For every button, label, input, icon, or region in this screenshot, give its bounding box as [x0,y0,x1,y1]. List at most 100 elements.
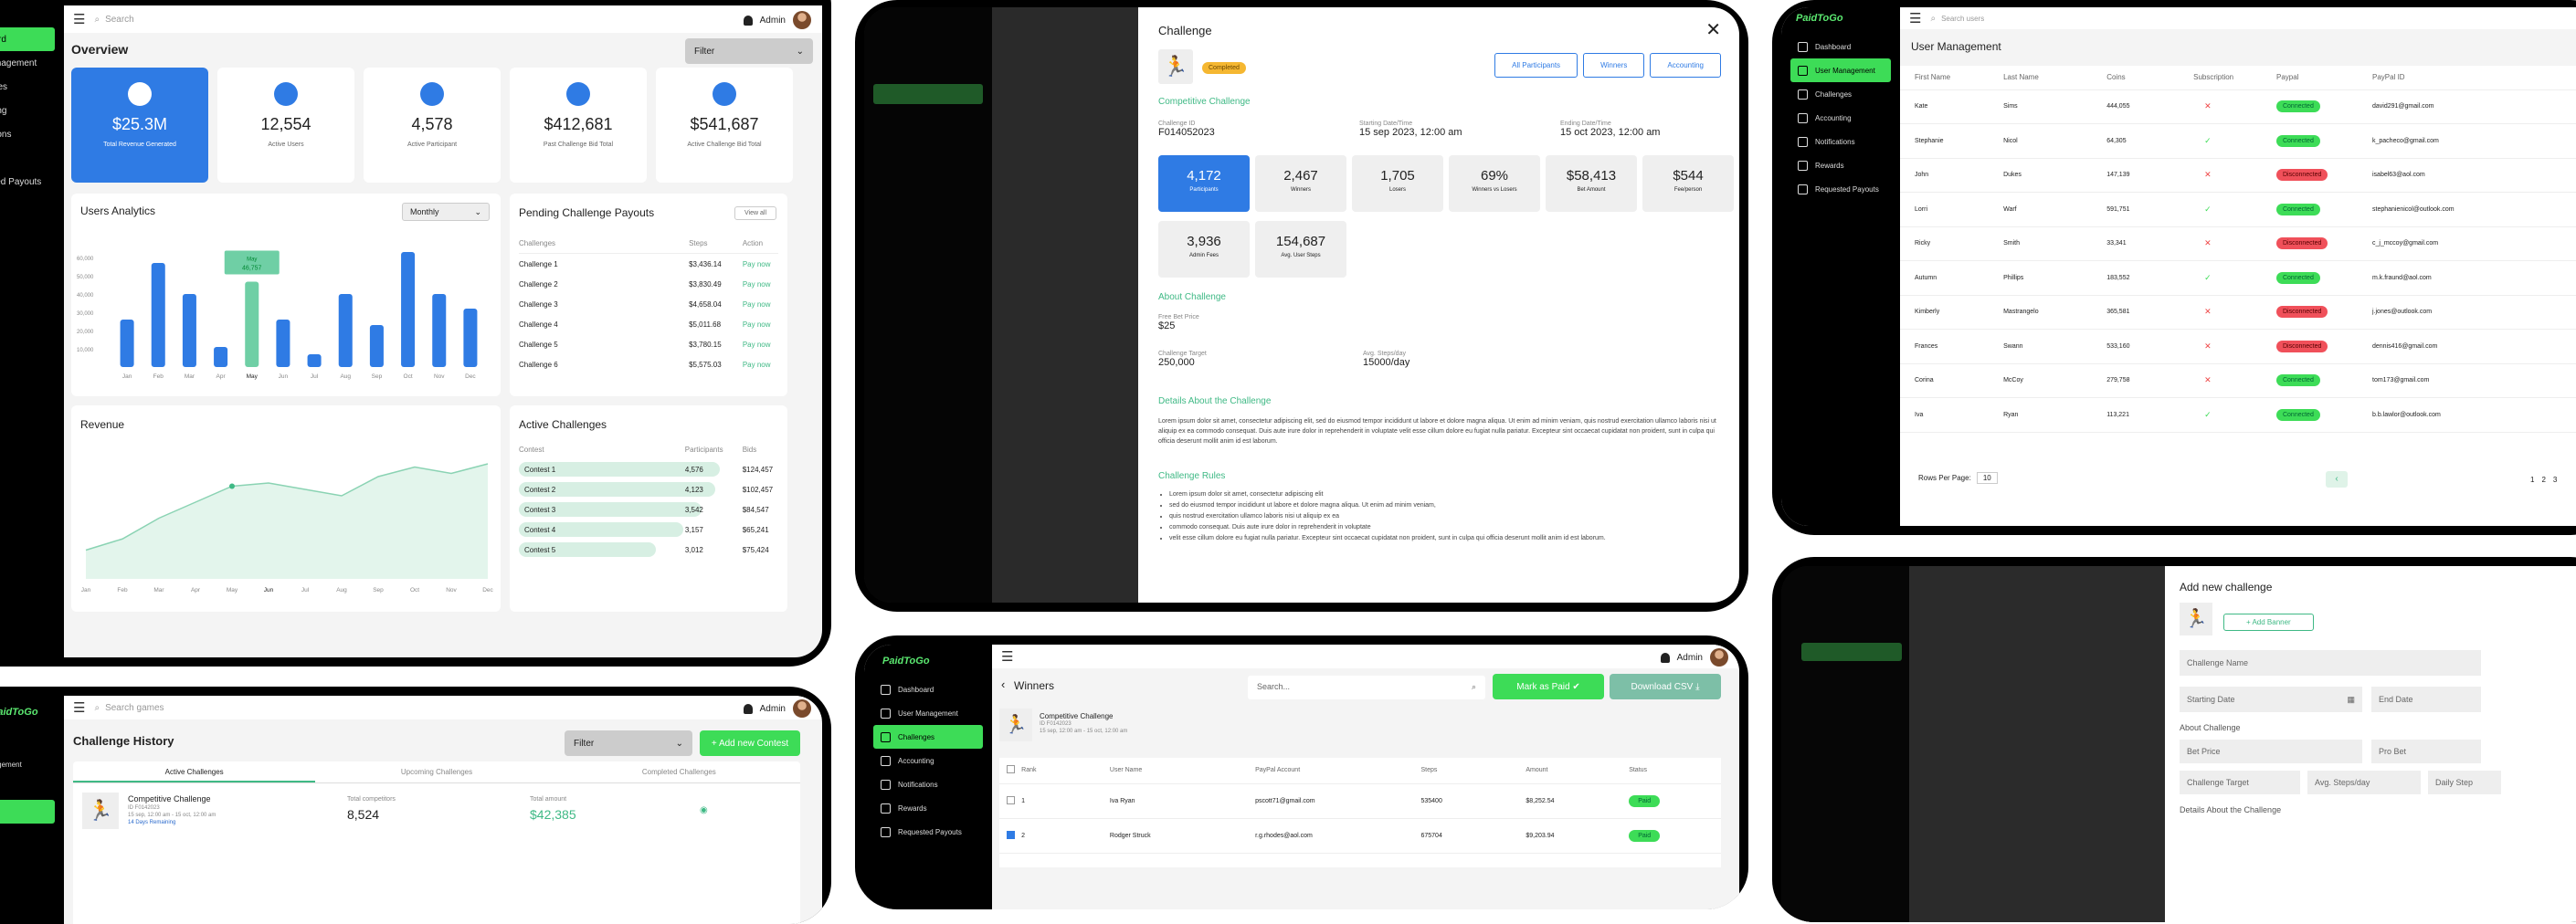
download-csv-button[interactable]: Download CSV ⤓ [1610,674,1721,699]
bar[interactable] [151,263,165,367]
sidebar-item[interactable]: Rewards [873,796,983,820]
select-all-checkbox[interactable] [1006,765,1015,774]
row-checkbox[interactable] [1006,830,1015,839]
tab[interactable]: Upcoming Challenges [315,761,557,782]
avatar[interactable] [1710,648,1728,667]
pay-now-link[interactable]: Pay now [743,320,778,329]
sidebar-item-dashboard[interactable]: Dashboard [0,27,55,51]
sidebar-item-payouts[interactable]: Requested Payouts [0,170,55,194]
end-date-input[interactable]: End Date [2371,687,2481,712]
sidebar-item[interactable]: Notifications [1790,130,1891,153]
bell-icon[interactable] [743,15,753,26]
sidebar-item-user-management[interactable]: User Management [0,51,55,75]
avg-steps-input[interactable]: Avg. Steps/day [2307,771,2421,794]
table-row[interactable]: Kimberly Mastrangelo 365,581 ✕ Disconnected j… [1900,295,2576,330]
search-box[interactable]: Search... ⌕ [1248,676,1485,699]
calendar-icon[interactable]: ▦ [2347,695,2355,705]
pay-now-link[interactable]: Pay now [743,341,778,349]
sidebar-item[interactable]: Dashboard [873,677,983,701]
eye-icon[interactable]: ◉ [700,805,708,815]
sidebar-item[interactable]: Dashboard [1790,35,1891,58]
bar[interactable] [463,309,478,367]
winners-button[interactable]: Winners [1583,53,1645,78]
table-row[interactable]: Kate Sims 444,055 ✕ Connected david291@gmail.… [1900,89,2576,124]
back-icon[interactable]: ‹ [1001,677,1005,691]
pay-now-link[interactable]: Pay now [743,280,778,289]
sidebar-item[interactable]: Challenges [873,725,983,749]
sidebar-item[interactable]: Accounting [873,749,983,772]
bar[interactable] [182,294,196,367]
table-row[interactable]: 1 Iva Ryan pscott71@gmail.com 535400 $8,252.… [999,783,1721,818]
add-banner-button[interactable]: + Add Banner [2223,614,2314,631]
sidebar-item[interactable]: Challenges [1790,82,1891,106]
pay-now-link[interactable]: Pay now [743,361,778,369]
avatar[interactable] [793,11,811,29]
sidebar-item[interactable]: Requested Payouts [1790,177,1891,201]
page-number[interactable]: 2 [2541,476,2545,484]
filter-select[interactable]: Filter ⌄ [565,730,692,756]
pay-now-link[interactable]: Pay now [743,300,778,309]
prev-page-button[interactable]: ‹ [2326,471,2348,488]
menu-icon[interactable]: ☰ [73,699,85,716]
data-point[interactable] [229,483,235,489]
pay-now-link[interactable]: Pay now [743,260,778,268]
search-input[interactable]: Search games [105,703,164,713]
all-participants-button[interactable]: All Participants [1494,53,1578,78]
close-icon[interactable]: ✕ [1705,18,1721,41]
sidebar-item[interactable]: User Management [1790,58,1891,82]
bar[interactable] [401,252,416,367]
bell-icon[interactable] [1660,652,1670,663]
daily-step-input[interactable]: Daily Step [2428,771,2501,794]
sidebar-item[interactable]: Requested Payouts [873,820,983,844]
starting-date-input[interactable]: Starting Date ▦ [2180,687,2362,712]
view-all-button[interactable]: View all [734,206,776,220]
sidebar-item-challenges[interactable]: Challenges [0,800,55,824]
bar[interactable] [276,320,290,367]
bet-price-input[interactable]: Bet Price [2180,740,2362,763]
history-item[interactable]: 🏃 Competitive Challenge ID F0142023 15 s… [73,783,800,838]
row-checkbox[interactable] [1006,795,1015,804]
bar[interactable] [338,294,353,367]
tab[interactable]: Active Challenges [73,761,316,782]
menu-icon[interactable]: ☰ [73,11,85,27]
rows-per-page-select[interactable]: 10 [1976,472,1998,484]
bar[interactable] [369,325,384,367]
bell-icon[interactable] [743,703,753,714]
sidebar-item-accounting[interactable]: Accounting [0,776,55,800]
sidebar-item[interactable]: Notifications [873,772,983,796]
challenge-target-input[interactable]: Challenge Target [2180,771,2300,794]
add-contest-button[interactable]: + Add new Contest [700,730,800,756]
bar[interactable] [307,354,322,367]
table-row[interactable]: Iva Ryan 113,221 ✓ Connected b.b.lawlor@outlo… [1900,398,2576,432]
challenge-name-input[interactable]: Challenge Name [2180,650,2481,676]
table-row[interactable]: 2 Rodger Struck r.g.rhodes@aol.com 675704 $9… [999,818,1721,853]
table-row[interactable]: Frances Swann 533,160 ✕ Disconnected dennis41… [1900,330,2576,363]
mark-paid-button[interactable]: Mark as Paid ✔ [1493,674,1604,699]
tab[interactable]: Completed Challenges [558,761,800,782]
pro-bet-input[interactable]: Pro Bet [2371,740,2481,763]
bar[interactable] [214,347,228,367]
table-row[interactable]: Ricky Smith 33,341 ✕ Disconnected c_j_mccoy@g… [1900,226,2576,261]
table-row[interactable]: John Dukes 147,139 ✕ Disconnected isabel63@ao… [1900,158,2576,193]
sidebar-item-rewards[interactable]: Rewards [0,824,55,847]
table-row[interactable]: Corina McCoy 279,758 ✕ Connected tom173@gmail… [1900,363,2576,398]
avatar[interactable] [793,699,811,718]
sidebar-item[interactable]: User Management [873,701,983,725]
sidebar-item[interactable]: Rewards [1790,153,1891,177]
table-row[interactable]: Lorri Warf 591,751 ✓ Connected stephanienicol… [1900,193,2576,226]
table-row[interactable]: Stephanie Nicol 64,305 ✓ Connected k_pacheco@… [1900,124,2576,158]
sidebar-item[interactable]: Accounting [1790,106,1891,130]
sidebar-item-notifications[interactable]: Notifications [0,122,55,146]
sidebar-item-rewards[interactable]: Rewards [0,146,55,170]
filter-select[interactable]: Filter ⌄ [685,38,813,64]
menu-icon[interactable]: ☰ [1909,10,1921,26]
search-input[interactable]: Search users [1941,15,1984,23]
bar[interactable] [120,320,134,367]
sidebar-item-challenges[interactable]: Challenges [0,75,55,99]
sidebar-item-user-management[interactable]: User Management [0,752,55,776]
sidebar-item-dashboard[interactable]: Dashboard [0,729,55,752]
accounting-button[interactable]: Accounting [1650,53,1721,78]
page-number[interactable]: 3 [2553,476,2557,484]
search-input[interactable]: Search [105,15,134,25]
menu-icon[interactable]: ☰ [1001,648,1013,665]
